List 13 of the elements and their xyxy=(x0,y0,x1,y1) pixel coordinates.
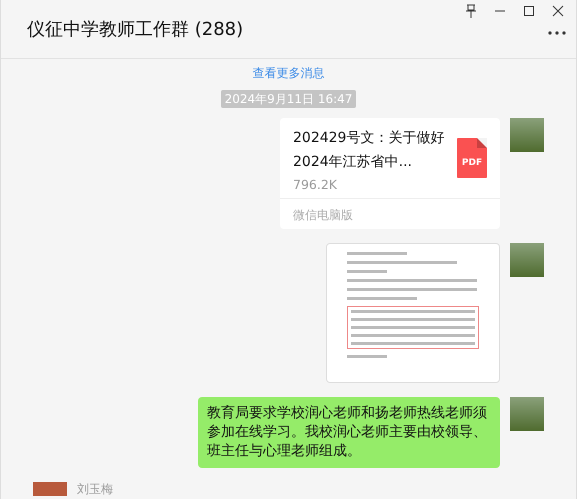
file-size: 796.2K xyxy=(293,176,338,194)
sender-name: 刘玉梅 xyxy=(77,482,113,496)
file-name: 202429号文：关于做好2024年江苏省中... xyxy=(293,129,445,172)
close-icon[interactable] xyxy=(550,3,566,19)
file-card[interactable]: 202429号文：关于做好2024年江苏省中... 796.2K PDF 微信电脑版 xyxy=(280,118,500,229)
pdf-file-icon: PDF xyxy=(457,138,487,178)
window-title: 仪征中学教师工作群 (288) xyxy=(27,18,244,42)
message-bubble: 教育局要求学校润心老师和扬老师热线老师须参加在线学习。我校润心老师主要由校领导、班主任与心理老师组成。 xyxy=(198,397,500,468)
pin-icon[interactable] xyxy=(463,3,479,19)
maximize-icon[interactable] xyxy=(521,3,537,19)
more-icon[interactable] xyxy=(548,30,566,36)
file-source: 微信电脑版 xyxy=(293,208,353,222)
timestamp: 2024年9月11日 16:47 xyxy=(220,90,356,108)
